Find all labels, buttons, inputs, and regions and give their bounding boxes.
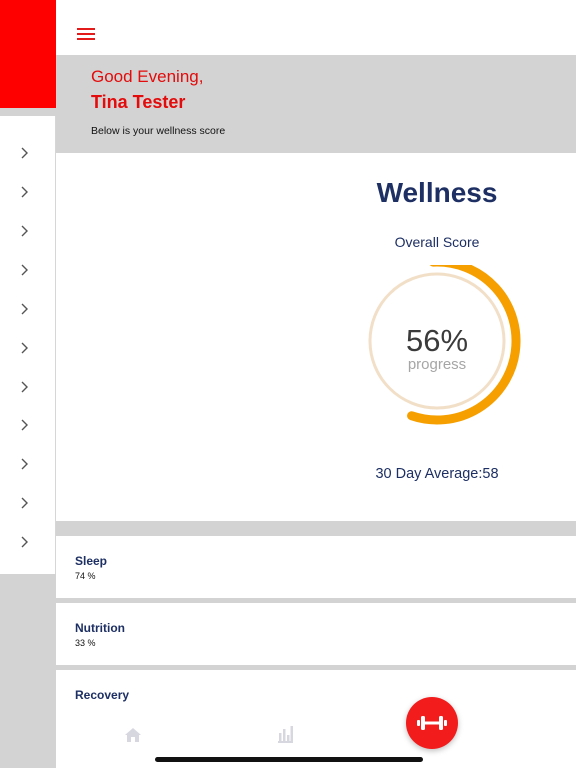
sidebar-item-7-chevron-right-icon[interactable] (18, 380, 32, 394)
main-content: Good Evening, Tina Tester Below is your … (56, 0, 576, 768)
dumbbell-icon (417, 716, 447, 730)
sidebar-item-5-chevron-right-icon[interactable] (18, 302, 32, 316)
sidebar-item-3-chevron-right-icon[interactable] (18, 224, 32, 238)
top-bar (56, 0, 576, 55)
metric-name: Nutrition (75, 621, 125, 635)
sidebar-item-4-chevron-right-icon[interactable] (18, 263, 32, 277)
sidebar-item-2-chevron-right-icon[interactable] (18, 185, 32, 199)
greeting-panel: Good Evening, Tina Tester Below is your … (56, 55, 576, 153)
sidebar-brand-block (0, 0, 56, 108)
home-indicator (155, 757, 423, 762)
sidebar (0, 0, 56, 768)
greeting-text: Good Evening, (91, 67, 204, 86)
sidebar-item-11-chevron-right-icon[interactable] (18, 535, 32, 549)
metric-name: Recovery (75, 688, 130, 702)
home-icon[interactable] (124, 727, 142, 743)
thirty-day-average: 30 Day Average:58 (375, 466, 499, 482)
greeting-subtitle: Below is your wellness score (91, 125, 226, 137)
sidebar-item-6-chevron-right-icon[interactable] (18, 341, 32, 355)
workout-fab-button[interactable] (406, 697, 458, 749)
sidebar-item-8-chevron-right-icon[interactable] (18, 418, 32, 432)
metric-value: 74 % (75, 571, 96, 581)
sidebar-item-1-chevron-right-icon[interactable] (18, 146, 32, 160)
hamburger-menu-icon[interactable] (77, 28, 96, 41)
metric-card-sleep[interactable]: Sleep 74 % (56, 536, 576, 598)
metric-card-nutrition[interactable]: Nutrition 33 % (56, 603, 576, 665)
metric-name: Sleep (75, 554, 108, 568)
metric-value: 33 % (75, 638, 96, 648)
wellness-card: Wellness Overall Score 56% progress 30 D… (56, 153, 576, 521)
bar-chart-icon[interactable] (278, 726, 293, 743)
score-value: 56% (405, 323, 469, 358)
sidebar-item-9-chevron-right-icon[interactable] (18, 457, 32, 471)
overall-score-label: Overall Score (394, 234, 480, 250)
sidebar-list (0, 116, 56, 574)
progress-label: progress (407, 356, 467, 373)
sidebar-item-10-chevron-right-icon[interactable] (18, 496, 32, 510)
wellness-title: Wellness (376, 177, 498, 208)
user-name: Tina Tester (91, 92, 186, 112)
